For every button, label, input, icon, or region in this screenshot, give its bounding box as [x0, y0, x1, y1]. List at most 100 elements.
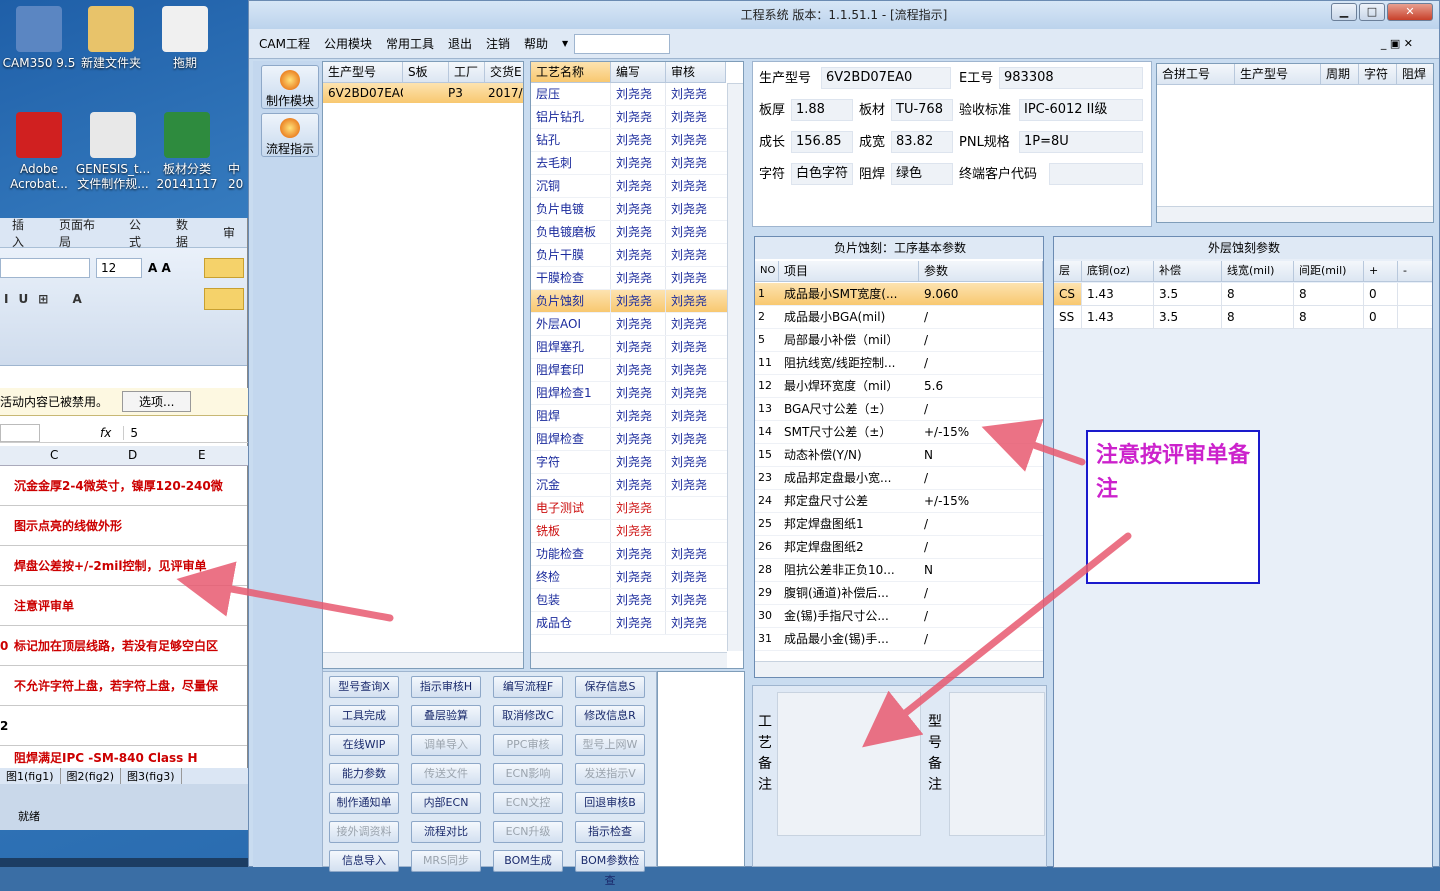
column-header[interactable]: 层 [1054, 261, 1082, 282]
desktop-icon-delay[interactable]: 拖期 [146, 6, 224, 71]
sheet-tab[interactable]: 图2(fig2) [61, 768, 121, 784]
process-row[interactable]: 阻焊套印 刘尧尧 刘尧尧 [531, 359, 727, 382]
param-row[interactable]: 5 局部最小补偿（mil） / [755, 329, 1043, 352]
column-header[interactable]: 补偿 [1154, 261, 1222, 282]
close-button[interactable]: ✕ [1387, 3, 1433, 21]
process-row[interactable]: 电子测试 刘尧尧 [531, 497, 727, 520]
sheet-row[interactable]: 2 [0, 706, 247, 746]
e-no-field[interactable]: 983308 [999, 67, 1143, 89]
desktop-icon-board-class[interactable]: 板材分类 20141117 [148, 112, 226, 192]
process-row[interactable]: 字符 刘尧尧 刘尧尧 [531, 451, 727, 474]
horizontal-scrollbar[interactable] [755, 661, 1043, 677]
process-row[interactable]: 阻焊检查1 刘尧尧 刘尧尧 [531, 382, 727, 405]
column-header[interactable]: - [1398, 261, 1432, 282]
thickness-field[interactable]: 1.88 [791, 99, 853, 121]
column-header[interactable]: C [50, 448, 58, 462]
column-header[interactable]: 底铜(oz) [1082, 261, 1154, 282]
action-button[interactable]: 接外调资料 [329, 821, 399, 843]
font-name-combo[interactable] [0, 258, 90, 278]
column-header[interactable]: 线宽(mil) [1222, 261, 1294, 282]
column-header[interactable]: 合拼工号 [1157, 64, 1235, 85]
process-row[interactable]: 功能检查 刘尧尧 刘尧尧 [531, 543, 727, 566]
menu-common-module[interactable]: 公用模块 [324, 35, 372, 52]
action-button[interactable]: 保存信息S [575, 676, 645, 698]
action-button[interactable]: 修改信息R [575, 705, 645, 727]
param-row[interactable]: 24 邦定盘尺寸公差 +/-15% [755, 490, 1043, 513]
menu-logout[interactable]: 注销 [486, 35, 510, 52]
options-button[interactable]: 选项... [122, 391, 192, 412]
etch-row[interactable]: CS 1.43 3.5 8 8 0 [1054, 283, 1432, 306]
process-row[interactable]: 成品仓 刘尧尧 刘尧尧 [531, 612, 727, 635]
solder-mask-field[interactable]: 绿色 [891, 163, 953, 185]
character-field[interactable]: 白色字符 [791, 163, 853, 185]
desktop-icon-genesis[interactable]: GENESIS_t... 文件制作规... [74, 112, 152, 192]
action-button[interactable]: 指示检查 [575, 821, 645, 843]
process-row[interactable]: 负电镀磨板 刘尧尧 刘尧尧 [531, 221, 727, 244]
column-header[interactable]: 编写 [611, 62, 666, 83]
standard-field[interactable]: IPC-6012 II级 [1019, 99, 1143, 121]
column-header[interactable]: 阻焊 [1397, 64, 1433, 85]
action-button[interactable]: ECN升级 [493, 821, 563, 843]
action-button[interactable]: 指示审核H [411, 676, 481, 698]
column-header[interactable]: + [1364, 261, 1398, 282]
param-row[interactable]: 11 阻抗线宽/线距控制... / [755, 352, 1043, 375]
minimize-button[interactable]: ▁ [1331, 3, 1357, 21]
param-row[interactable]: 30 金(锡)手指尺寸公... / [755, 605, 1043, 628]
sheet-tab[interactable]: 图1(fig1) [0, 768, 61, 784]
param-row[interactable]: 25 邦定焊盘图纸1 / [755, 513, 1043, 536]
column-header[interactable]: 审核 [666, 62, 726, 83]
column-header[interactable]: NO [755, 261, 779, 282]
process-remarks-textarea[interactable] [777, 692, 921, 836]
param-row[interactable]: 29 腹铜(通道)补偿后... / [755, 582, 1043, 605]
desktop-icon-new-folder[interactable]: 新建文件夹 [72, 6, 150, 71]
param-row[interactable]: 14 SMT尺寸公差（±） +/-15% [755, 421, 1043, 444]
sheet-row[interactable]: 沉金金厚2-4微英寸，镍厚120-240微 [0, 466, 247, 506]
length-field[interactable]: 156.85 [791, 131, 853, 153]
param-row[interactable]: 15 动态补偿(Y/N) N [755, 444, 1043, 467]
column-header[interactable]: 项目 [779, 261, 919, 282]
font-size-combo[interactable]: 12 [96, 258, 142, 278]
action-button[interactable]: 发送指示V [575, 763, 645, 785]
ribbon-tab[interactable]: 插入 [0, 216, 47, 250]
action-button[interactable]: 信息导入 [329, 850, 399, 872]
font-grow-shrink-buttons[interactable]: A A [148, 258, 188, 278]
menu-combo[interactable] [574, 33, 671, 54]
width-field[interactable]: 83.82 [891, 131, 953, 153]
action-button[interactable]: 编写流程F [493, 676, 563, 698]
name-box[interactable] [0, 423, 40, 442]
mdi-window-controls[interactable]: _ ▣ ✕ [1381, 37, 1413, 50]
action-button[interactable]: BOM参数检查 [575, 850, 645, 887]
etch-row[interactable]: SS 1.43 3.5 8 8 0 [1054, 306, 1432, 329]
desktop-icon-cam350[interactable]: CAM350 9.5 [0, 6, 78, 71]
process-row[interactable]: 终检 刘尧尧 刘尧尧 [531, 566, 727, 589]
process-row[interactable]: 钻孔 刘尧尧 刘尧尧 [531, 129, 727, 152]
sheet-row[interactable]: 阻焊满足IPC -SM-840 Class H [0, 746, 247, 770]
ribbon-tab[interactable]: 审 [211, 224, 247, 241]
param-row[interactable]: 23 成品邦定盘最小宽... / [755, 467, 1043, 490]
ribbon-tab[interactable]: 公式 [117, 216, 164, 250]
column-header[interactable]: E [198, 448, 206, 462]
align-buttons-2[interactable] [204, 288, 244, 310]
sheet-row[interactable]: 注意评审单 [0, 586, 247, 626]
menu-help[interactable]: 帮助 [524, 35, 548, 52]
param-row[interactable]: 26 邦定焊盘图纸2 / [755, 536, 1043, 559]
process-row[interactable]: 沉金 刘尧尧 刘尧尧 [531, 474, 727, 497]
horizontal-scrollbar[interactable] [1157, 206, 1433, 222]
process-row[interactable]: 外层AOI 刘尧尧 刘尧尧 [531, 313, 727, 336]
action-button[interactable]: 能力参数 [329, 763, 399, 785]
process-row[interactable]: 阻焊塞孔 刘尧尧 刘尧尧 [531, 336, 727, 359]
action-button[interactable]: 内部ECN [411, 792, 481, 814]
process-indication-button[interactable]: 流程指示 [261, 113, 319, 157]
process-row[interactable]: 层压 刘尧尧 刘尧尧 [531, 83, 727, 106]
column-header[interactable]: S板 [403, 62, 449, 83]
column-header[interactable]: 工艺名称 [531, 62, 611, 83]
desktop-icon-acrobat[interactable]: Adobe Acrobat... [0, 112, 78, 192]
column-header[interactable]: 字符 [1359, 64, 1397, 85]
column-header[interactable]: 间距(mil) [1294, 261, 1364, 282]
fx-icon[interactable]: fx [100, 426, 111, 440]
column-header[interactable]: 周期 [1321, 64, 1359, 85]
action-button[interactable]: 型号查询X [329, 676, 399, 698]
align-buttons[interactable] [204, 258, 244, 278]
action-button[interactable]: 调单导入 [411, 734, 481, 756]
param-row[interactable]: 1 成品最小SMT宽度(... 9.060 [755, 283, 1043, 306]
